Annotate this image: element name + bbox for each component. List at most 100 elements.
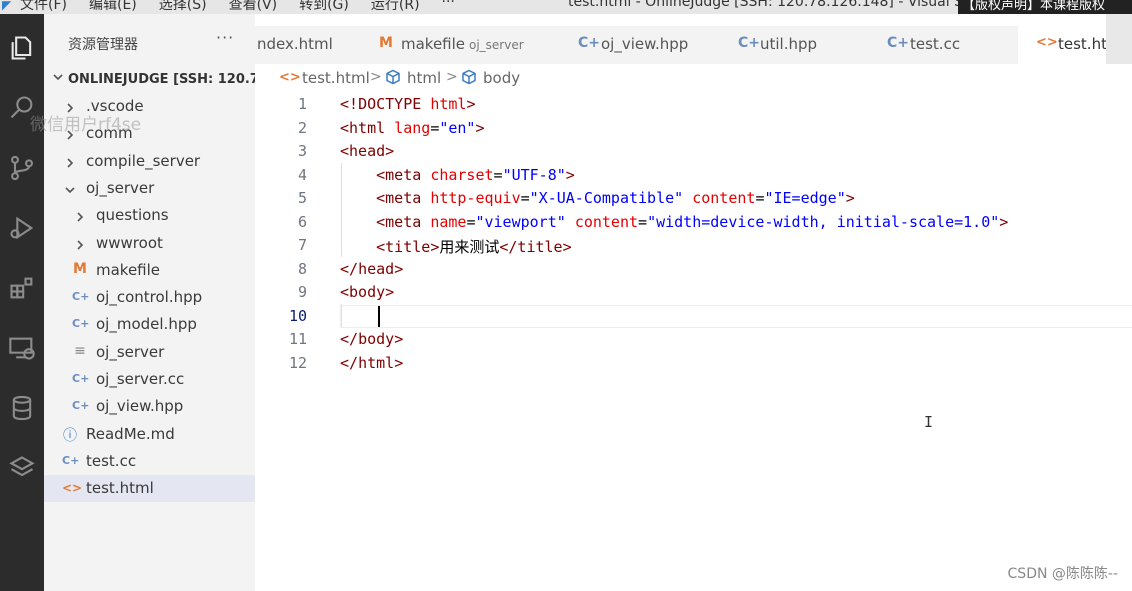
line-number: 12 bbox=[288, 353, 307, 372]
run-debug-icon[interactable] bbox=[0, 208, 44, 248]
code-line[interactable]: 6 <meta name="viewport" content="width=d… bbox=[255, 210, 1132, 233]
code-token: http-equiv bbox=[430, 189, 521, 207]
code-token: </ bbox=[499, 238, 518, 256]
code-token: </ bbox=[340, 353, 359, 372]
title-bar: ◤ 文件(F) 编辑(E) 选择(S) 查看(V) 转到(G) 运行(R) ··… bbox=[0, 0, 1132, 14]
explorer-icon[interactable] bbox=[0, 28, 44, 68]
tree-item-label: ReadMe.md bbox=[86, 424, 175, 443]
code-line[interactable]: 8 </head> bbox=[255, 257, 1132, 280]
tree-item-comm[interactable]: comm bbox=[44, 120, 255, 147]
database-icon[interactable] bbox=[0, 388, 44, 428]
code-line[interactable]: 5 <meta http-equiv="X-UA-Compatible" con… bbox=[255, 186, 1132, 209]
code-token: charset bbox=[430, 165, 494, 184]
code-line[interactable]: 2 <html lang="en"> bbox=[255, 116, 1132, 139]
chevron-down-icon bbox=[52, 71, 66, 85]
line-number: 11 bbox=[288, 330, 307, 348]
breadcrumb-html[interactable]: html bbox=[407, 69, 441, 87]
code-token: title bbox=[385, 238, 431, 256]
tab-util-hpp[interactable]: C+ util.hpp bbox=[718, 26, 868, 64]
menu-view[interactable]: 查看(V) bbox=[229, 0, 278, 14]
extensions-icon[interactable] bbox=[0, 268, 44, 308]
makefile-icon: M bbox=[379, 35, 393, 51]
menu-selection[interactable]: 选择(S) bbox=[159, 0, 207, 14]
code-line[interactable]: 1 <!DOCTYPE html> bbox=[255, 92, 1132, 115]
tab-test-cc[interactable]: C+ test.cc bbox=[868, 26, 1018, 64]
code-token: head bbox=[358, 259, 395, 278]
code-line[interactable]: 7 <title>用来测试</title> bbox=[255, 233, 1132, 256]
code-line[interactable]: 4 <meta charset="UTF-8"> bbox=[255, 163, 1132, 186]
tree-item-label: oj_model.hpp bbox=[96, 315, 197, 334]
tree-item-oj-server[interactable]: oj_server bbox=[44, 175, 255, 202]
tree-item-compile-server[interactable]: compile_server bbox=[44, 148, 255, 175]
workspace-root[interactable]: ONLINEJUDGE [SSH: 120.7... bbox=[44, 68, 255, 92]
vscode-logo-icon: ◤ bbox=[2, 0, 12, 12]
code-token: "en" bbox=[439, 118, 476, 137]
breadcrumb-file[interactable]: test.html bbox=[302, 69, 370, 87]
code-text: <title>用来测试</title> bbox=[340, 236, 571, 257]
code-token: > bbox=[394, 259, 404, 278]
tab-makefile[interactable]: M makefile oj_server bbox=[363, 26, 563, 64]
chevron-right-icon bbox=[74, 237, 86, 250]
line-number: 9 bbox=[297, 283, 307, 301]
tree-item-questions[interactable]: questions bbox=[44, 202, 255, 229]
breadcrumb-separator: > bbox=[370, 69, 382, 85]
tree-item-readme-md[interactable]: ⓘ ReadMe.md bbox=[44, 421, 255, 448]
tree-item-wwwroot[interactable]: wwwroot bbox=[44, 230, 255, 257]
tab-label: test.cc bbox=[910, 35, 961, 53]
layers-icon[interactable] bbox=[0, 448, 44, 488]
code-line[interactable]: 10 bbox=[255, 304, 1132, 327]
tree-item-oj-view-hpp[interactable]: C+ oj_view.hpp bbox=[44, 393, 255, 420]
code-line[interactable]: 11 </body> bbox=[255, 327, 1132, 350]
tree-item-oj-server[interactable]: ≡ oj_server bbox=[44, 339, 255, 366]
tab-index-html[interactable]: ndex.html bbox=[255, 26, 363, 64]
tree-item-makefile[interactable]: Mmakefile bbox=[44, 257, 255, 284]
code-token: 用来测试 bbox=[439, 238, 500, 256]
tab-description: oj_server bbox=[469, 38, 524, 52]
source-control-icon[interactable] bbox=[0, 148, 44, 188]
tab-oj-view-hpp[interactable]: C+ oj_view.hpp bbox=[563, 26, 718, 64]
chevron-down-icon bbox=[64, 182, 76, 194]
code-token: < bbox=[376, 165, 386, 184]
code-token: lang bbox=[394, 118, 431, 137]
code-editor[interactable]: 1 <!DOCTYPE html> 2 <html lang="en"> 3 <head>… bbox=[255, 90, 1132, 591]
tree-item-test-cc[interactable]: C+ test.cc bbox=[44, 448, 255, 475]
indent-guide bbox=[341, 162, 342, 257]
tree-item-vscode[interactable]: .vscode bbox=[44, 93, 255, 120]
menu-more[interactable]: ··· bbox=[442, 0, 455, 14]
menu-run[interactable]: 运行(R) bbox=[371, 0, 420, 14]
tree-item-oj-model-hpp[interactable]: C+ oj_model.hpp bbox=[44, 311, 255, 338]
tree-item-label: .vscode bbox=[86, 97, 144, 115]
line-number: 3 bbox=[297, 142, 307, 160]
tree-item-label: oj_control.hpp bbox=[96, 288, 203, 307]
remote-explorer-icon[interactable] bbox=[0, 328, 44, 368]
tree-item-label: makefile bbox=[96, 260, 161, 279]
cpp-file-icon: C+ bbox=[578, 35, 601, 51]
line-number: 8 bbox=[297, 259, 307, 278]
tree-item-oj-control-hpp[interactable]: C+ oj_control.hpp bbox=[44, 284, 255, 311]
code-line[interactable]: 9 <body> bbox=[255, 280, 1132, 303]
search-icon[interactable] bbox=[0, 88, 44, 128]
code-line[interactable]: 3 <head> bbox=[255, 139, 1132, 162]
makefile-icon: M bbox=[73, 260, 87, 277]
line-number: 7 bbox=[297, 236, 307, 254]
breadcrumb-body[interactable]: body bbox=[483, 69, 520, 87]
chevron-right-icon bbox=[64, 127, 76, 140]
tree-item-test-html[interactable]: <> test.html bbox=[44, 475, 255, 503]
cpp-file-icon: C+ bbox=[72, 290, 90, 304]
menu-go[interactable]: 转到(G) bbox=[299, 0, 349, 14]
menu-edit[interactable]: 编辑(E) bbox=[89, 0, 137, 14]
cpp-file-icon: C+ bbox=[72, 372, 90, 385]
tree-item-oj-server-cc[interactable]: C+ oj_server.cc bbox=[44, 366, 255, 393]
menu-file[interactable]: 文件(F) bbox=[20, 0, 67, 14]
tree-item-label: questions bbox=[96, 206, 169, 225]
vscode-window: ◤ 文件(F) 编辑(E) 选择(S) 查看(V) 转到(G) 运行(R) ··… bbox=[0, 0, 1132, 591]
code-token: > bbox=[466, 95, 476, 113]
code-text: <meta charset="UTF-8"> bbox=[340, 166, 575, 184]
more-actions-icon[interactable]: ··· bbox=[216, 28, 234, 47]
code-text: </body> bbox=[340, 330, 403, 348]
code-line[interactable]: 12 </html> bbox=[255, 351, 1132, 374]
